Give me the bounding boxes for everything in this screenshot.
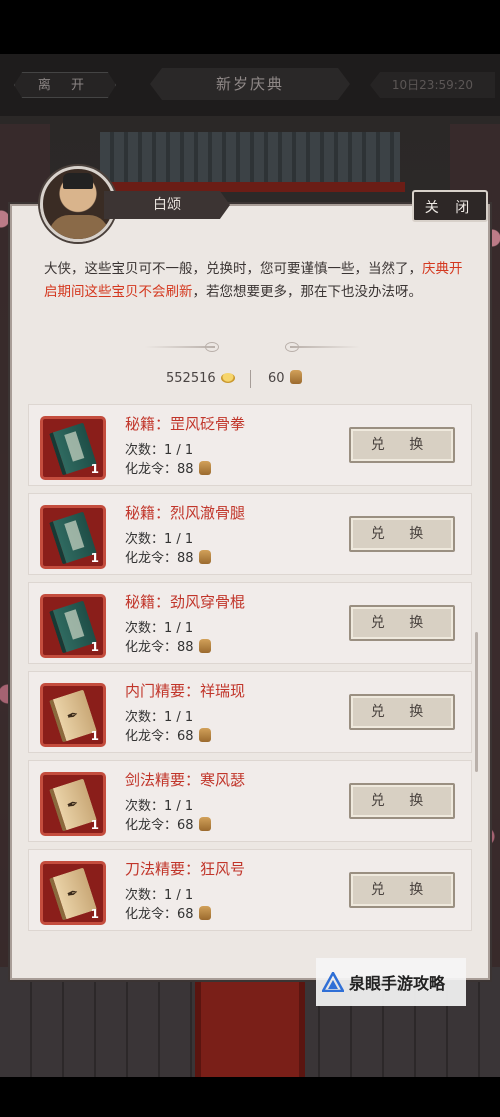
item-cost-label: 化龙令：88 bbox=[125, 462, 194, 477]
gold-amount: 552516 bbox=[166, 371, 216, 386]
exchange-button[interactable]: 兑 换 bbox=[349, 694, 455, 730]
npc-robe bbox=[49, 215, 109, 239]
item-icon-frame[interactable]: ✒ 1 bbox=[40, 772, 106, 836]
item-quantity: 1 bbox=[90, 818, 99, 832]
list-item: ✒ 1 内门精要：祥瑞现 次数：1 / 1 化龙令：68 兑 换 bbox=[28, 671, 472, 753]
item-cost-label: 化龙令：68 bbox=[125, 729, 194, 744]
list-item: 1 秘籍：劲风穿骨棍 次数：1 / 1 化龙令：88 兑 换 bbox=[28, 582, 472, 664]
technique-glyph-icon: ✒ bbox=[64, 884, 81, 904]
item-title: 刀法精要：狂风号 bbox=[125, 860, 246, 878]
item-exchange-count: 次数：1 / 1 bbox=[125, 532, 194, 547]
watermark: 泉眼手游攻略 bbox=[316, 958, 466, 1006]
token-balance: 60 bbox=[268, 369, 302, 389]
item-cost-label: 化龙令：88 bbox=[125, 640, 194, 655]
exchange-button[interactable]: 兑 换 bbox=[349, 783, 455, 819]
item-title: 秘籍：劲风穿骨棍 bbox=[125, 593, 246, 611]
close-button[interactable]: 关 闭 bbox=[412, 190, 488, 222]
list-scrollbar[interactable] bbox=[475, 632, 478, 772]
dragon-token-icon bbox=[198, 728, 211, 742]
technique-glyph-icon: ✒ bbox=[64, 795, 81, 815]
divider-ornament-left bbox=[205, 342, 219, 352]
item-cost: 化龙令：68 bbox=[125, 814, 211, 833]
item-quantity: 1 bbox=[90, 907, 99, 921]
list-item: 1 秘籍：烈风澈骨腿 次数：1 / 1 化龙令：88 兑 换 bbox=[28, 493, 472, 575]
npc-dialogue: 大侠，这些宝贝可不一般，兑换时，您可要谨慎一些，当然了，庆典开启期间这些宝贝不会… bbox=[44, 258, 464, 304]
item-cost-label: 化龙令：88 bbox=[125, 551, 194, 566]
list-item: ✒ 1 刀法精要：狂风号 次数：1 / 1 化龙令：68 兑 换 bbox=[28, 849, 472, 931]
dragon-token-icon bbox=[198, 906, 211, 920]
item-title: 秘籍：罡风砭骨拳 bbox=[125, 415, 246, 433]
item-title: 剑法精要：寒风瑟 bbox=[125, 771, 246, 789]
item-icon-frame[interactable]: ✒ 1 bbox=[40, 861, 106, 925]
item-quantity: 1 bbox=[90, 640, 99, 654]
bottom-bar bbox=[0, 1077, 500, 1117]
leave-button[interactable]: 离 开 bbox=[14, 72, 116, 98]
technique-glyph-icon: ✒ bbox=[64, 706, 81, 726]
list-item: ✒ 1 剑法精要：寒风瑟 次数：1 / 1 化龙令：68 兑 换 bbox=[28, 760, 472, 842]
item-title: 内门精要：祥瑞现 bbox=[125, 682, 246, 700]
item-exchange-count: 次数：1 / 1 bbox=[125, 888, 194, 903]
item-icon-frame[interactable]: ✒ 1 bbox=[40, 683, 106, 747]
dragon-token-icon bbox=[198, 639, 211, 653]
dialogue-text-2: ，若您想要更多，那在下也没办法呀。 bbox=[192, 284, 423, 300]
item-cost-label: 化龙令：68 bbox=[125, 907, 194, 922]
dragon-token-icon bbox=[289, 370, 302, 384]
watermark-logo-icon bbox=[322, 972, 344, 992]
item-quantity: 1 bbox=[90, 729, 99, 743]
currency-separator bbox=[250, 370, 251, 388]
exchange-button[interactable]: 兑 换 bbox=[349, 427, 455, 463]
watermark-text: 泉眼手游攻略 bbox=[349, 974, 446, 993]
event-timer: 10日23:59:20 bbox=[370, 72, 495, 98]
npc-hat bbox=[63, 173, 93, 189]
token-amount: 60 bbox=[268, 371, 285, 386]
exchange-list[interactable]: 1 秘籍：罡风砭骨拳 次数：1 / 1 化龙令：88 兑 换 1 秘籍：烈风澈骨腿 次数：1 … bbox=[22, 398, 478, 944]
red-door bbox=[195, 967, 305, 1077]
item-quantity: 1 bbox=[90, 462, 99, 476]
item-exchange-count: 次数：1 / 1 bbox=[125, 799, 194, 814]
list-item: 1 秘籍：罡风砭骨拳 次数：1 / 1 化龙令：88 兑 换 bbox=[28, 404, 472, 486]
item-cost: 化龙令：88 bbox=[125, 547, 211, 566]
item-cost-label: 化龙令：68 bbox=[125, 818, 194, 833]
dialogue-text-1: 大侠，这些宝贝可不一般，兑换时，您可要谨慎一些，当然了， bbox=[44, 261, 422, 277]
exchange-button[interactable]: 兑 换 bbox=[349, 872, 455, 908]
item-icon-frame[interactable]: 1 bbox=[40, 505, 106, 569]
npc-name-plate: 白颂 bbox=[104, 191, 230, 219]
item-exchange-count: 次数：1 / 1 bbox=[125, 443, 194, 458]
roof-beam bbox=[95, 182, 405, 192]
dragon-token-icon bbox=[198, 817, 211, 831]
event-title: 新岁庆典 bbox=[150, 68, 350, 100]
item-cost: 化龙令：68 bbox=[125, 903, 211, 922]
item-cost: 化龙令：88 bbox=[125, 458, 211, 477]
item-exchange-count: 次数：1 / 1 bbox=[125, 621, 194, 636]
dragon-token-icon bbox=[198, 461, 211, 475]
item-cost: 化龙令：68 bbox=[125, 725, 211, 744]
item-icon-frame[interactable]: 1 bbox=[40, 594, 106, 658]
item-quantity: 1 bbox=[90, 551, 99, 565]
item-cost: 化龙令：88 bbox=[125, 636, 211, 655]
divider-right bbox=[290, 346, 360, 348]
dragon-token-icon bbox=[198, 550, 211, 564]
exchange-button[interactable]: 兑 换 bbox=[349, 605, 455, 641]
gold-balance: 552516 bbox=[166, 369, 235, 389]
item-exchange-count: 次数：1 / 1 bbox=[125, 710, 194, 725]
gold-ingot-icon bbox=[220, 373, 235, 383]
item-icon-frame[interactable]: 1 bbox=[40, 416, 106, 480]
exchange-button[interactable]: 兑 换 bbox=[349, 516, 455, 552]
item-title: 秘籍：烈风澈骨腿 bbox=[125, 504, 246, 522]
